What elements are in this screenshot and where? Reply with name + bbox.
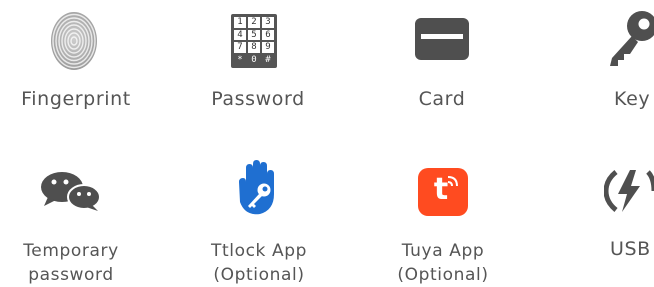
feature-label-line: Ttlock App [211,241,307,261]
feature-label-line: password [28,265,114,285]
usb-power-icon [604,170,654,212]
feature-label: Ttlock App (Optional) [186,239,332,287]
feature-label: USB [610,238,651,260]
keypad-key: # [262,54,274,65]
feature-label: Key [614,88,651,110]
feature-label-line: Temporary [23,241,119,261]
keypad-key: 5 [248,29,260,40]
feature-label: Password [211,88,305,110]
keypad-key: 2 [248,17,260,28]
feature-label-line: Tuya App [401,241,485,261]
keypad-key: 9 [262,42,274,53]
feature-label: Fingerprint [21,88,131,110]
tuya-app-icon: t [418,168,468,216]
keypad-key: 7 [234,42,246,53]
keypad-key: 8 [248,42,260,53]
card-icon [415,18,469,60]
keypad-icon: 1 2 3 4 5 6 7 8 9 * 0 # [231,14,277,68]
feature-label: Tuya App (Optional) [370,239,516,287]
keypad-key: 4 [234,29,246,40]
keypad-key: * [234,54,246,65]
key-icon [610,11,654,66]
signal-waves-icon [447,176,458,187]
ttlock-hand-key-icon [239,160,274,215]
feature-label-line: (Optional) [397,265,489,285]
feature-label-line: (Optional) [213,265,305,285]
feature-label: Card [418,88,466,110]
keypad-key: 6 [262,29,274,40]
keypad-key: 3 [262,17,274,28]
keypad-key: 0 [248,54,260,65]
fingerprint-icon [51,12,97,70]
keypad-key: 1 [234,17,246,28]
chat-bubbles-icon [41,172,101,211]
feature-label: Temporary password [0,239,142,287]
